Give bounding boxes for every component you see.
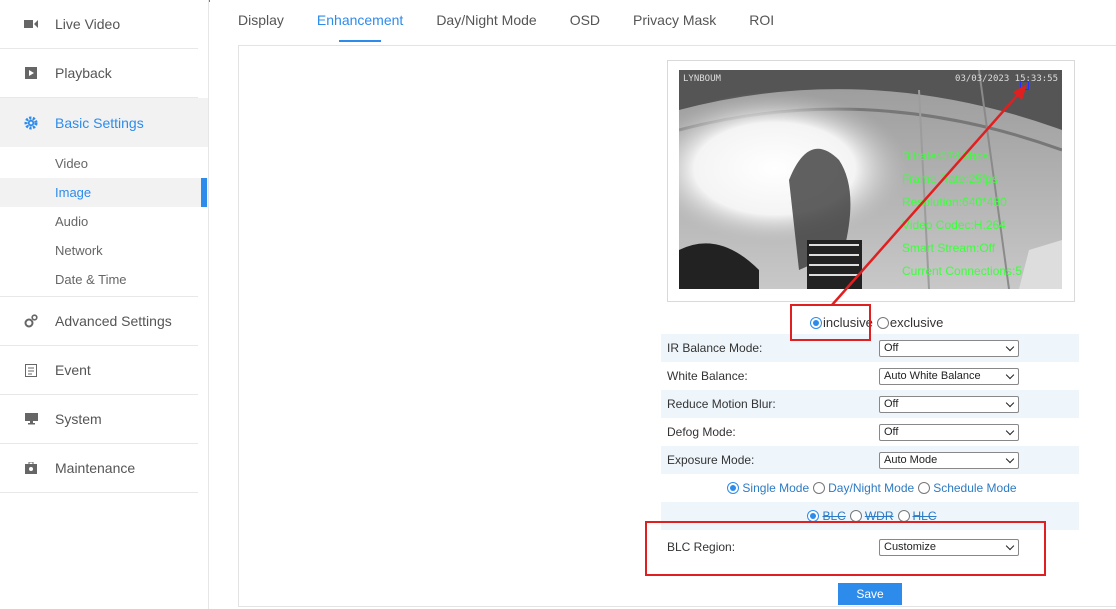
event-icon [24,363,38,377]
osd-label-left: LYNBOUM [683,74,721,84]
sidebar-item-label: Event [55,362,91,378]
day-night-mode-label: Day/Night Mode [828,481,915,495]
stat-connections: Current Connections:5 [902,264,1023,278]
basic-settings-submenu: Video Image Audio Network Date & Time [0,147,208,297]
sidebar: Live Video Playback Basic Settings Video… [0,0,209,609]
white-balance-select[interactable]: Auto White Balance [879,367,1019,385]
exposure-label: Exposure Mode: [667,453,755,467]
tab-day-night-mode[interactable]: Day/Night Mode [436,12,536,36]
tab-enhancement[interactable]: Enhancement [317,12,403,42]
video-camera-icon [24,17,38,31]
sidebar-item-playback[interactable]: Playback [0,49,198,98]
schedule-mode-radio[interactable] [918,482,931,494]
sidebar-item-label: Basic Settings [55,114,144,131]
setting-row-exposure: Exposure Mode: Auto Mode [661,446,1079,474]
sidebar-subitem-network[interactable]: Network [0,236,208,265]
blc-region-box[interactable] [1020,81,1029,90]
tab-roi[interactable]: ROI [749,12,774,36]
sidebar-item-advanced-settings[interactable]: Advanced Settings [0,297,198,346]
gear-icon [24,116,38,130]
stat-video-codec: Video Codec:H.264 [902,218,1006,232]
white-balance-label: White Balance: [667,369,748,383]
setting-row-white-balance: White Balance: Auto White Balance [661,362,1079,390]
sidebar-item-event[interactable]: Event [0,346,198,395]
annotation-box-inclusive [790,304,871,341]
tab-osd[interactable]: OSD [570,12,600,36]
live-video-preview[interactable]: LYNBOUM 03/03/2023 15:33:55 Bitrate:574 … [679,70,1062,289]
exclusive-radio[interactable] [876,316,889,329]
sidebar-item-basic-settings[interactable]: Basic Settings [0,98,208,147]
sidebar-item-label: Advanced Settings [55,313,172,329]
sidebar-item-label: Maintenance [55,460,136,476]
day-night-mode-radio[interactable] [813,482,826,494]
save-button[interactable]: Save [838,583,902,605]
osd-datetime: 03/03/2023 15:33:55 [955,74,1058,84]
setting-row-motion-blur: Reduce Motion Blur: Off [661,390,1079,418]
stat-frame-rate: Frame Rate:25fps [902,172,999,186]
gears-icon [24,314,38,328]
single-mode-label: Single Mode [742,481,810,495]
tab-display[interactable]: Display [238,12,284,36]
monitor-icon [24,412,38,426]
schedule-mode-label: Schedule Mode [933,481,1017,495]
annotation-box-blc-region [645,521,1046,576]
exposure-select[interactable]: Auto Mode [879,451,1019,469]
ir-balance-label: IR Balance Mode: [667,341,763,355]
stream-stats: Bitrate:574 kbps Frame Rate:25fps Resolu… [902,145,1022,283]
schedule-mode-radios: Single Mode Day/Night Mode Schedule Mode [661,474,1079,502]
tab-bar: Display Enhancement Day/Night Mode OSD P… [238,12,807,42]
sidebar-item-label: Playback [55,65,112,81]
setting-row-defog: Defog Mode: Off [661,418,1079,446]
motion-blur-select[interactable]: Off [879,395,1019,413]
defog-label: Defog Mode: [667,425,736,439]
defog-select[interactable]: Off [879,423,1019,441]
exclusive-label: exclusive [889,315,944,330]
sidebar-subitem-audio[interactable]: Audio [0,207,208,236]
stat-resolution: Resolution:640*480 [902,195,1007,209]
ir-balance-select[interactable]: Off [879,339,1019,357]
sidebar-subitem-date-time[interactable]: Date & Time [0,265,208,294]
sidebar-item-live-video[interactable]: Live Video [0,0,198,49]
play-icon [24,66,38,80]
sidebar-item-system[interactable]: System [0,395,198,444]
single-mode-radio[interactable] [727,482,740,494]
tab-privacy-mask[interactable]: Privacy Mask [633,12,716,36]
stat-bitrate: Bitrate:574 kbps [902,149,989,163]
sidebar-subitem-image[interactable]: Image [0,178,208,207]
sidebar-item-label: Live Video [55,16,121,32]
sidebar-item-label: System [55,411,102,427]
sidebar-item-maintenance[interactable]: Maintenance [0,444,198,493]
toolbox-icon [24,461,38,475]
sidebar-subitem-video[interactable]: Video [0,149,208,178]
motion-blur-label: Reduce Motion Blur: [667,397,776,411]
stat-smart-stream: Smart Stream:Off [902,241,996,255]
